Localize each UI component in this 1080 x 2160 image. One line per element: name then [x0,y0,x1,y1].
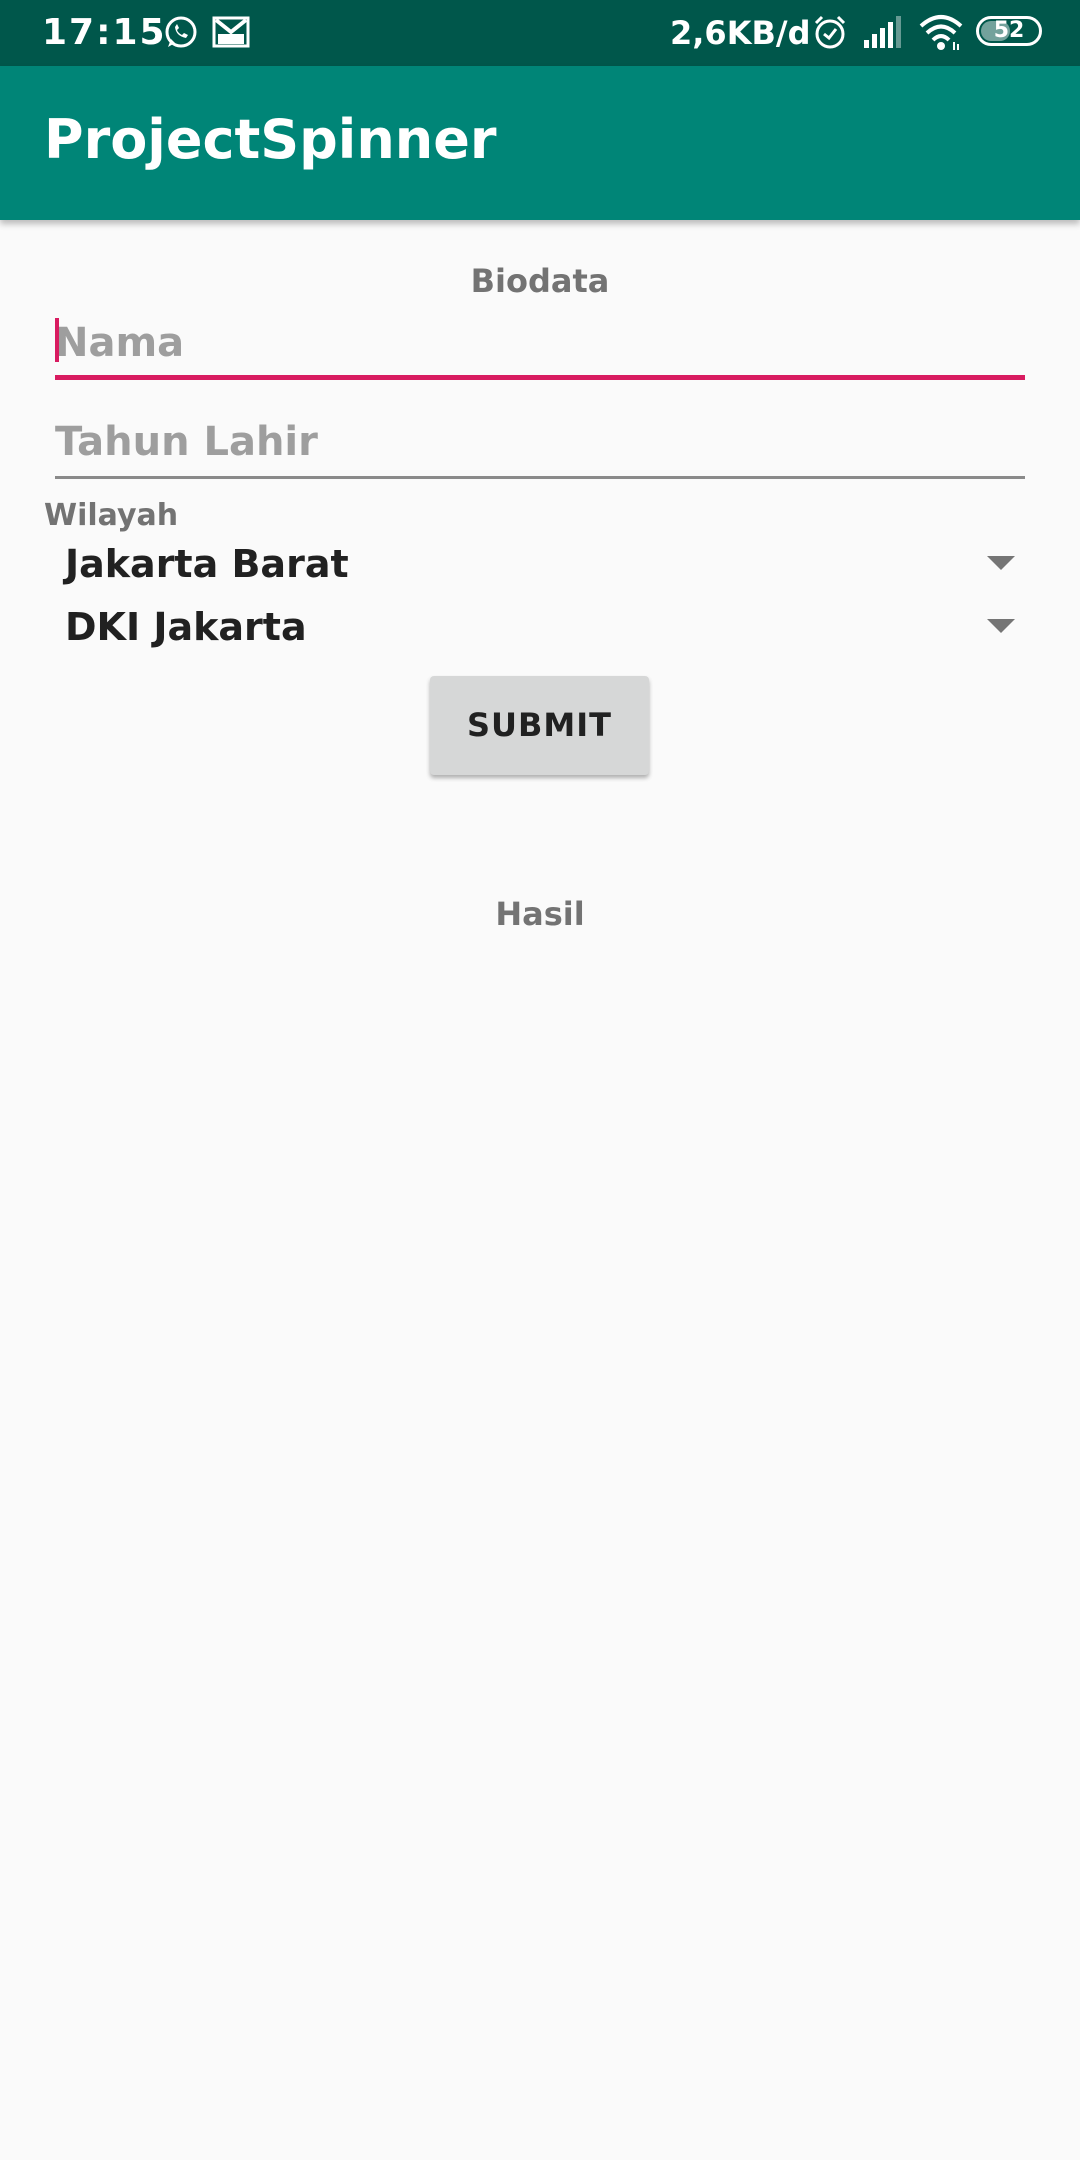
birth-year-input[interactable] [55,409,1025,475]
birth-year-underline [55,476,1025,479]
battery-level: 52 [993,18,1025,43]
signal-icon [864,16,901,48]
region-label: Wilayah [44,498,179,533]
city-selected-value: Jakarta Barat [65,542,349,586]
name-underline [55,375,1025,380]
name-input[interactable] [55,310,1025,376]
result-header: Hasil [495,895,585,933]
whatsapp-icon [165,16,197,48]
province-selected-value: DKI Jakarta [65,605,307,649]
text-cursor [55,318,59,362]
biodata-header: Biodata [470,262,610,300]
battery-icon: 52 [976,16,1042,46]
birth-year-field[interactable] [55,409,1025,479]
dropdown-arrow-icon [987,556,1015,570]
name-field[interactable] [55,310,1025,380]
wifi-icon [919,15,963,50]
status-bar: 17:15 2,6KB/d 52 [0,0,1080,66]
gmail-icon [212,16,250,48]
status-time: 17:15 [42,12,167,53]
dropdown-arrow-icon [987,619,1015,633]
submit-button[interactable]: SUBMIT [430,676,649,775]
app-title: ProjectSpinner [44,108,497,171]
province-spinner[interactable]: DKI Jakarta [55,597,1015,657]
app-bar: ProjectSpinner [0,66,1080,220]
alarm-icon [814,15,846,49]
network-speed: 2,6KB/d [670,14,811,52]
city-spinner[interactable]: Jakarta Barat [55,534,1015,594]
